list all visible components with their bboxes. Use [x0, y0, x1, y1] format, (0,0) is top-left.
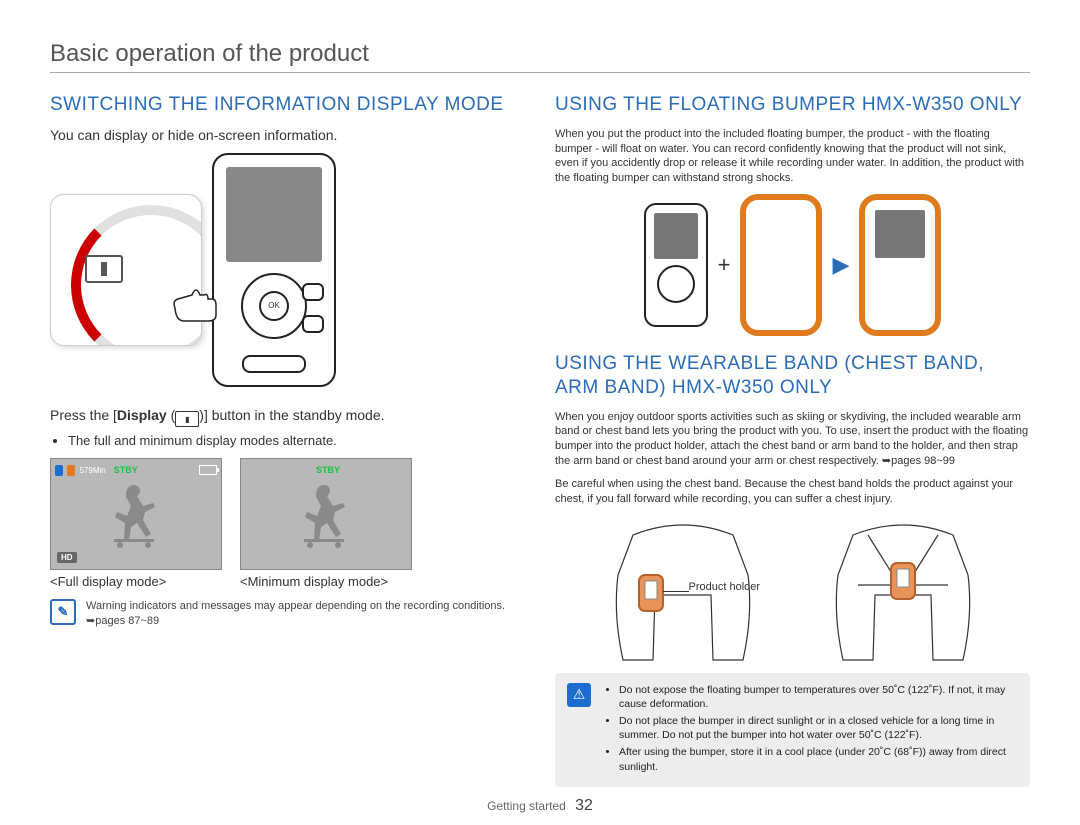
- section-heading-display-mode: SWITCHING THE INFORMATION DISPLAY MODE: [50, 93, 525, 117]
- note-block: ✎ Warning indicators and messages may ap…: [50, 599, 525, 629]
- arm-band-illustration: Product holder: [593, 515, 773, 665]
- side-button-2: [302, 315, 324, 333]
- chest-band-illustration: [813, 515, 993, 665]
- caution-item: Do not place the bumper in direct sunlig…: [619, 714, 1018, 742]
- bumper-illustration-row: + ▶: [555, 194, 1030, 336]
- camera-illustration: [644, 203, 708, 327]
- wearable-description-1: When you enjoy outdoor sports activities…: [555, 410, 1030, 469]
- title-divider: [50, 72, 1030, 73]
- hd-badge: HD: [57, 552, 77, 563]
- instr-prefix: Press the [: [50, 407, 117, 423]
- camera-screen: [226, 167, 322, 262]
- caution-triangle-icon: ⚠: [567, 683, 591, 707]
- page-footer: Getting started 32: [0, 797, 1080, 815]
- full-display-example: 579Min STBY HD <Full display mode>: [50, 458, 220, 589]
- screen-frame-full: 579Min STBY HD: [50, 458, 222, 570]
- caution-item: Do not expose the floating bumper to tem…: [619, 683, 1018, 711]
- stby-label: STBY: [114, 465, 138, 475]
- bottom-button: [242, 355, 306, 373]
- right-column: USING THE FLOATING BUMPER HMX-W350 ONLY …: [555, 93, 1030, 787]
- battery-icon: [199, 465, 217, 475]
- note-text: Warning indicators and messages may appe…: [86, 599, 525, 629]
- bullet-item: The full and minimum display modes alter…: [68, 433, 525, 448]
- instr-mid: (: [167, 407, 176, 423]
- page-title: Basic operation of the product: [50, 40, 1030, 68]
- display-mode-icon: ▮: [175, 411, 199, 427]
- full-mode-caption: <Full display mode>: [50, 574, 220, 589]
- caution-list: Do not expose the floating bumper to tem…: [603, 683, 1018, 777]
- left-column: SWITCHING THE INFORMATION DISPLAY MODE Y…: [50, 93, 525, 787]
- device-illustration: [50, 153, 525, 387]
- section-heading-wearable: USING THE WEARABLE BAND (CHEST BAND, ARM…: [555, 352, 1030, 400]
- note-icon: ✎: [50, 599, 76, 625]
- manual-page: Basic operation of the product SWITCHING…: [0, 0, 1080, 825]
- floating-bumper-with-camera: [859, 194, 941, 336]
- display-mode-icon: [85, 255, 123, 283]
- display-mode-examples: 579Min STBY HD <Full display mode> STBY: [50, 458, 525, 589]
- camera-body-illustration: [212, 153, 336, 387]
- arrow-right-icon: ▶: [832, 252, 849, 278]
- two-column-layout: SWITCHING THE INFORMATION DISPLAY MODE Y…: [50, 93, 1030, 787]
- bumper-description: When you put the product into the includ…: [555, 127, 1030, 186]
- side-button-1: [302, 283, 324, 301]
- dial-closeup-illustration: [50, 194, 202, 346]
- instr-bold: Display: [117, 407, 167, 423]
- product-holder-label: Product holder: [689, 581, 761, 594]
- wearable-desc-a: When you enjoy outdoor sports activities…: [555, 411, 1028, 468]
- stby-label: STBY: [316, 465, 340, 475]
- status-bar-min: STBY: [245, 463, 407, 477]
- time-remaining-label: 579Min: [79, 466, 105, 475]
- section-heading-bumper: USING THE FLOATING BUMPER HMX-W350 ONLY: [555, 93, 1030, 117]
- instr-suffix: )] button in the standby mode.: [199, 407, 384, 423]
- caution-item: After using the bumper, store it in a co…: [619, 745, 1018, 773]
- floating-bumper-empty: [740, 194, 822, 336]
- screen-frame-min: STBY: [240, 458, 412, 570]
- footer-section-label: Getting started: [487, 799, 566, 813]
- instruction-line: Press the [Display (▮)] button in the st…: [50, 407, 525, 428]
- annotation-leader-line: [663, 591, 689, 592]
- skateboarder-silhouette: [296, 479, 356, 549]
- plus-icon: +: [718, 252, 731, 278]
- sd-chip-icon: [55, 465, 63, 476]
- wearable-description-2: Be careful when using the chest band. Be…: [555, 477, 1030, 507]
- page-number: 32: [575, 797, 593, 814]
- rec-chip-icon: [67, 465, 75, 476]
- intro-text: You can display or hide on-screen inform…: [50, 127, 525, 143]
- dpad-ok-button: [241, 273, 307, 339]
- wearable-illustration-row: Product holder: [555, 515, 1030, 665]
- bullet-list: The full and minimum display modes alter…: [50, 433, 525, 448]
- minimum-display-example: STBY <Minimum display mode>: [240, 458, 410, 589]
- hand-pointer-icon: [170, 283, 220, 323]
- skateboarder-silhouette: [106, 479, 166, 549]
- caution-block: ⚠ Do not expose the floating bumper to t…: [555, 673, 1030, 787]
- min-mode-caption: <Minimum display mode>: [240, 574, 410, 589]
- status-bar: 579Min STBY: [55, 463, 217, 477]
